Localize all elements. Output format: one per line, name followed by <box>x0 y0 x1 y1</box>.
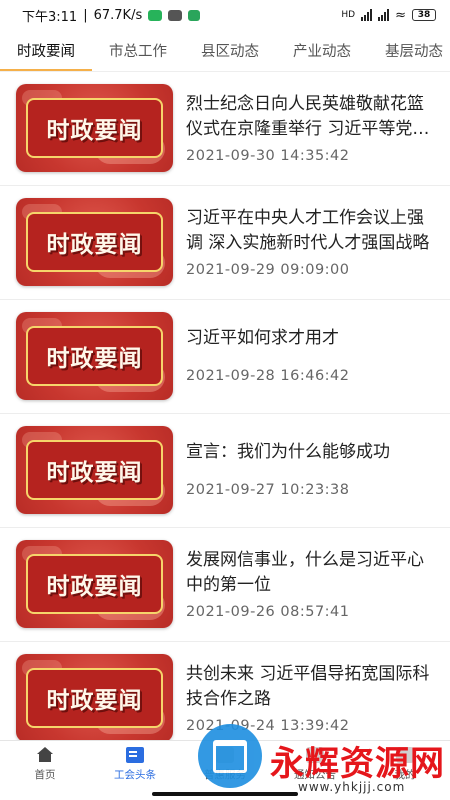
nav-label: 我的 <box>394 769 416 781</box>
news-title: 共创未来 习近平倡导拓宽国际科技合作之路 <box>186 664 430 709</box>
news-item[interactable]: 时政要闻 习近平如何求才用才 2021-09-28 16:46:42 <box>0 300 450 414</box>
tab-city-work[interactable]: 市总工作 <box>92 30 184 71</box>
nav-home[interactable]: 首页 <box>0 741 90 800</box>
news-date: 2021-09-30 14:35:42 <box>186 148 350 164</box>
category-tabs: 时政要闻 市总工作 县区动态 产业动态 基层动态 <box>0 30 450 72</box>
status-divider: | <box>83 7 88 23</box>
status-bar: 下午3:11 | 67.7K/s HD ≈ 38 <box>0 0 450 30</box>
news-icon <box>126 747 144 763</box>
thumbnail-text: 时政要闻 <box>46 231 143 258</box>
profile-icon <box>396 747 414 763</box>
signal-2-icon <box>378 9 390 21</box>
news-item[interactable]: 时政要闻 宣言：我们为什么能够成功 2021-09-27 10:23:38 <box>0 414 450 528</box>
news-title: 宣言：我们为什么能够成功 <box>186 442 390 462</box>
home-icon <box>36 747 54 763</box>
nav-label: 通知公告 <box>294 769 336 781</box>
status-right: HD ≈ 38 <box>341 8 436 23</box>
network-speed: 67.7K/s <box>93 7 143 23</box>
thumbnail-text: 时政要闻 <box>46 345 143 372</box>
thumbnail-text: 时政要闻 <box>46 459 143 486</box>
nav-label: 普惠服务 <box>204 769 246 781</box>
news-title: 烈士纪念日向人民英雄敬献花篮仪式在京隆重举行 习近平等党和国家领导人出席 <box>186 94 430 139</box>
nav-label: 工会头条 <box>114 769 156 781</box>
news-item[interactable]: 时政要闻 共创未来 习近平倡导拓宽国际科技合作之路 2021-09-24 13:… <box>0 642 450 740</box>
thumbnail-text: 时政要闻 <box>46 117 143 144</box>
news-title: 发展网信事业，什么是习近平心中的第一位 <box>186 550 424 595</box>
news-item[interactable]: 时政要闻 习近平在中央人才工作会议上强调 深入实施新时代人才强国战略 2021-… <box>0 186 450 300</box>
news-thumbnail: 时政要闻 <box>16 654 173 740</box>
news-thumbnail: 时政要闻 <box>16 198 173 286</box>
news-date: 2021-09-27 10:23:38 <box>186 482 350 498</box>
message-icon <box>168 9 183 21</box>
service-icon <box>216 747 234 763</box>
status-time: 下午3:11 <box>22 9 78 25</box>
news-thumbnail: 时政要闻 <box>16 84 173 172</box>
thumbnail-text: 时政要闻 <box>46 573 143 600</box>
bottom-nav: 首页 工会头条 普惠服务 通知公告 我的 <box>0 740 450 800</box>
status-left: 下午3:11 | 67.7K/s <box>22 6 201 25</box>
tab-grassroots-news[interactable]: 基层动态 <box>368 30 450 71</box>
news-thumbnail: 时政要闻 <box>16 540 173 628</box>
battery-icon: 38 <box>412 9 436 21</box>
tab-industry-news[interactable]: 产业动态 <box>276 30 368 71</box>
news-date: 2021-09-28 16:46:42 <box>186 368 350 384</box>
tab-county-news[interactable]: 县区动态 <box>184 30 276 71</box>
tab-politics[interactable]: 时政要闻 <box>0 30 92 71</box>
signal-icon <box>361 9 373 21</box>
home-indicator[interactable] <box>152 792 298 796</box>
network-type: HD <box>341 10 356 20</box>
thumbnail-text: 时政要闻 <box>46 687 143 714</box>
news-item[interactable]: 时政要闻 发展网信事业，什么是习近平心中的第一位 2021-09-26 08:5… <box>0 528 450 642</box>
news-title: 习近平如何求才用才 <box>186 328 339 348</box>
news-thumbnail: 时政要闻 <box>16 312 173 400</box>
news-date: 2021-09-26 08:57:41 <box>186 604 350 620</box>
news-item[interactable]: 时政要闻 烈士纪念日向人民英雄敬献花篮仪式在京隆重举行 习近平等党和国家领导人出… <box>0 72 450 186</box>
news-title: 习近平在中央人才工作会议上强调 深入实施新时代人才强国战略 <box>186 208 430 253</box>
notice-icon <box>306 747 324 763</box>
news-date: 2021-09-29 09:09:00 <box>186 262 350 278</box>
wechat-icon <box>148 9 163 21</box>
wifi-icon: ≈ <box>395 7 406 23</box>
news-list: 时政要闻 烈士纪念日向人民英雄敬献花篮仪式在京隆重举行 习近平等党和国家领导人出… <box>0 72 450 740</box>
app-notify-icon <box>188 9 201 21</box>
nav-profile[interactable]: 我的 <box>360 741 450 800</box>
nav-label: 首页 <box>34 769 56 781</box>
news-thumbnail: 时政要闻 <box>16 426 173 514</box>
news-date: 2021-09-24 13:39:42 <box>186 718 350 734</box>
